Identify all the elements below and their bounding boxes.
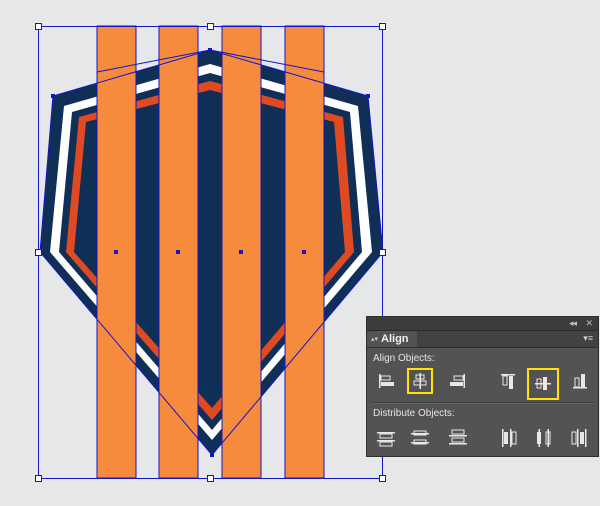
panel-section-divider <box>371 402 594 404</box>
align-objects-label: Align Objects: <box>373 353 435 364</box>
panel-menu-icon[interactable]: ▾≡ <box>583 333 593 344</box>
vertical-distribute-bottom-icon <box>449 429 467 445</box>
horizontal-align-left-icon <box>379 374 394 388</box>
horizontal-align-right-icon <box>450 374 465 388</box>
vertical-align-top-button[interactable] <box>495 368 521 394</box>
vertical-distribute-top-button[interactable] <box>373 425 399 451</box>
collapse-panel-icon[interactable]: ◂◂ <box>569 318 577 329</box>
vertical-distribute-center-button[interactable] <box>407 425 433 451</box>
horizontal-distribute-center-icon <box>537 429 551 447</box>
vertical-align-top-icon <box>501 374 515 389</box>
horizontal-align-left-button[interactable] <box>373 368 399 394</box>
bbox-handle-top-right <box>379 23 386 30</box>
horizontal-align-right-button[interactable] <box>445 368 471 394</box>
horizontal-align-center-icon <box>413 373 427 389</box>
align-panel: ◂◂ ✕ ▴▾ Align ▾≡ Align Objects: Distribu… <box>366 316 599 457</box>
tab-expand-arrows-icon[interactable]: ▴▾ <box>371 336 378 343</box>
bbox-handle-middle-right <box>379 249 386 256</box>
bbox-handle-middle-left <box>35 249 42 256</box>
panel-tab-row: ▴▾ Align ▾≡ <box>367 331 598 348</box>
horizontal-distribute-center-button[interactable] <box>531 425 557 451</box>
vertical-align-bottom-button[interactable] <box>567 368 593 394</box>
bbox-handle-bottom-center <box>207 475 214 482</box>
horizontal-distribute-right-button[interactable] <box>567 425 593 451</box>
horizontal-distribute-left-button[interactable] <box>495 425 521 451</box>
vertical-distribute-top-icon <box>377 432 395 447</box>
horizontal-align-center-button[interactable] <box>407 368 433 394</box>
vertical-align-center-button[interactable] <box>527 368 559 400</box>
bbox-handle-top-left <box>35 23 42 30</box>
tab-align-label: Align <box>381 333 409 345</box>
vertical-align-bottom-icon <box>573 374 587 389</box>
bbox-handle-bottom-left <box>35 475 42 482</box>
bbox-handle-top-center <box>207 23 214 30</box>
vertical-align-center-icon <box>535 377 551 390</box>
vertical-distribute-center-icon <box>411 430 429 445</box>
vertical-distribute-bottom-button[interactable] <box>445 425 471 451</box>
horizontal-distribute-left-icon <box>502 429 517 447</box>
panel-title-bar[interactable]: ◂◂ ✕ <box>367 317 598 331</box>
bbox-handle-bottom-right <box>379 475 386 482</box>
distribute-objects-label: Distribute Objects: <box>373 408 455 419</box>
tab-align[interactable]: ▴▾ Align <box>367 331 417 347</box>
horizontal-distribute-right-icon <box>571 429 587 447</box>
close-panel-icon[interactable]: ✕ <box>585 318 593 329</box>
